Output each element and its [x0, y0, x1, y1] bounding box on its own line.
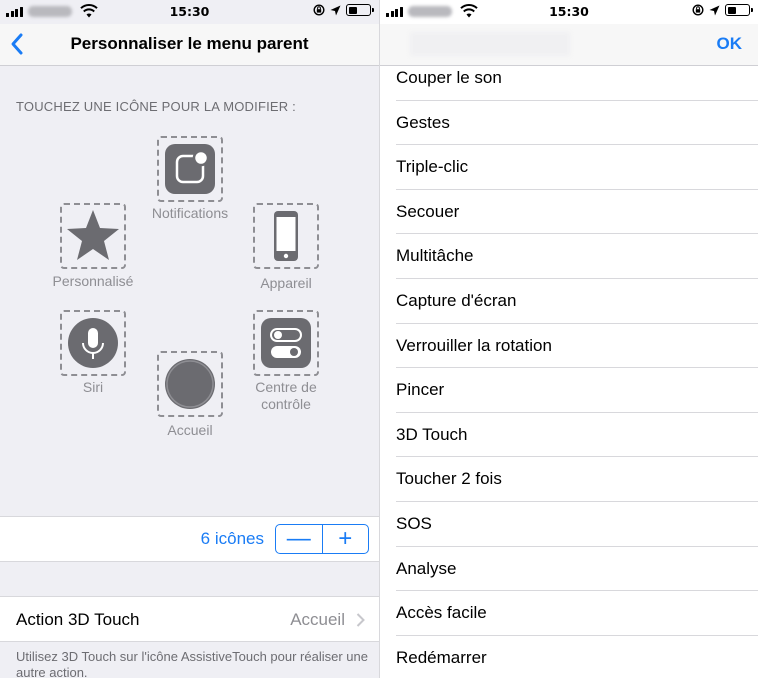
location-icon: [709, 5, 720, 15]
list-item-label: Couper le son: [396, 68, 502, 87]
notifications-icon: [165, 144, 215, 194]
list-item[interactable]: Verrouiller la rotation: [380, 324, 758, 369]
control-center-label: Centre de contrôle: [255, 379, 317, 412]
3d-touch-action-value: Accueil: [290, 610, 345, 629]
3d-touch-action-row[interactable]: Action 3D Touch Accueil: [0, 596, 379, 642]
blurred-header: [410, 32, 570, 56]
list-item[interactable]: Triple-clic: [380, 145, 758, 190]
custom-slot[interactable]: [60, 203, 126, 269]
icon-count-row: 6 icônes — +: [0, 516, 379, 562]
action-list: Couper le son Gestes Triple-clic Secouer Mul…: [380, 56, 758, 678]
icon-count-stepper: — +: [275, 524, 369, 554]
battery-icon: [346, 4, 374, 16]
home-button-icon: [165, 359, 215, 409]
status-bar: 15:30: [380, 0, 758, 24]
list-item[interactable]: SOS: [380, 502, 758, 547]
notifications-label: Notifications: [151, 205, 229, 221]
list-item-label: Toucher 2 fois: [396, 469, 502, 489]
list-item[interactable]: Redémarrer: [380, 636, 758, 678]
list-item-label: Pincer: [396, 380, 445, 400]
list-item-label: Multitâche: [396, 246, 474, 266]
star-icon: [67, 210, 119, 260]
list-item-label: 3D Touch: [396, 424, 468, 444]
location-icon: [330, 5, 341, 15]
section-header: TOUCHEZ UNE ICÔNE POUR LA MODIFIER :: [16, 99, 296, 114]
increase-button[interactable]: +: [323, 525, 369, 553]
toggles-icon: [261, 318, 311, 368]
list-item[interactable]: Gestes: [380, 101, 758, 146]
3d-touch-action-label: Action 3D Touch: [16, 610, 140, 629]
ok-button[interactable]: OK: [717, 34, 743, 54]
microphone-icon: [68, 318, 118, 368]
list-item-label: Gestes: [396, 112, 450, 132]
list-item[interactable]: Couper le son: [380, 56, 758, 101]
list-item-label: SOS: [396, 513, 432, 533]
list-item-label: Verrouiller la rotation: [396, 335, 552, 355]
list-item-label: Accès facile: [396, 603, 487, 623]
list-item-label: Capture d'écran: [396, 290, 517, 310]
notifications-slot[interactable]: [157, 136, 223, 202]
list-item-label: Redémarrer: [396, 647, 487, 667]
home-label: Accueil: [167, 422, 213, 438]
device-label: Appareil: [260, 275, 312, 291]
list-item[interactable]: Secouer: [380, 190, 758, 235]
list-item[interactable]: Analyse: [380, 547, 758, 592]
custom-label: Personnalisé: [52, 273, 134, 289]
decrease-button[interactable]: —: [276, 525, 323, 553]
siri-slot[interactable]: [60, 310, 126, 376]
page-title: Personnaliser le menu parent: [70, 34, 309, 53]
list-item-label: Secouer: [396, 201, 460, 221]
list-item[interactable]: Toucher 2 fois: [380, 457, 758, 502]
list-item-label: Analyse: [396, 558, 457, 578]
list-item[interactable]: Pincer: [380, 368, 758, 413]
rotation-lock-icon: [692, 4, 704, 16]
list-item[interactable]: Accès facile: [380, 591, 758, 636]
battery-icon: [725, 4, 753, 16]
home-slot[interactable]: [157, 351, 223, 417]
siri-label: Siri: [82, 379, 104, 395]
nav-bar: Personnaliser le menu parent: [0, 24, 379, 66]
status-bar: 15:30: [0, 0, 379, 24]
list-item-label: Triple-clic: [396, 157, 469, 177]
customize-menu-panel: 15:30 Personnaliser le menu parent TOUCH…: [0, 0, 379, 678]
device-slot[interactable]: [253, 203, 319, 269]
rotation-lock-icon: [313, 4, 325, 16]
control-center-slot[interactable]: [253, 310, 319, 376]
chevron-right-icon: [356, 613, 365, 627]
icon-count: 6 icônes: [200, 529, 264, 548]
footer-note: Utilisez 3D Touch sur l'icône AssistiveT…: [16, 649, 368, 678]
list-item[interactable]: Multitâche: [380, 234, 758, 279]
list-item[interactable]: Capture d'écran: [380, 279, 758, 324]
action-picker-panel: 15:30 OK Couper le son Gestes Triple-clic S…: [379, 0, 758, 678]
phone-icon: [274, 211, 298, 261]
list-item[interactable]: 3D Touch: [380, 413, 758, 458]
